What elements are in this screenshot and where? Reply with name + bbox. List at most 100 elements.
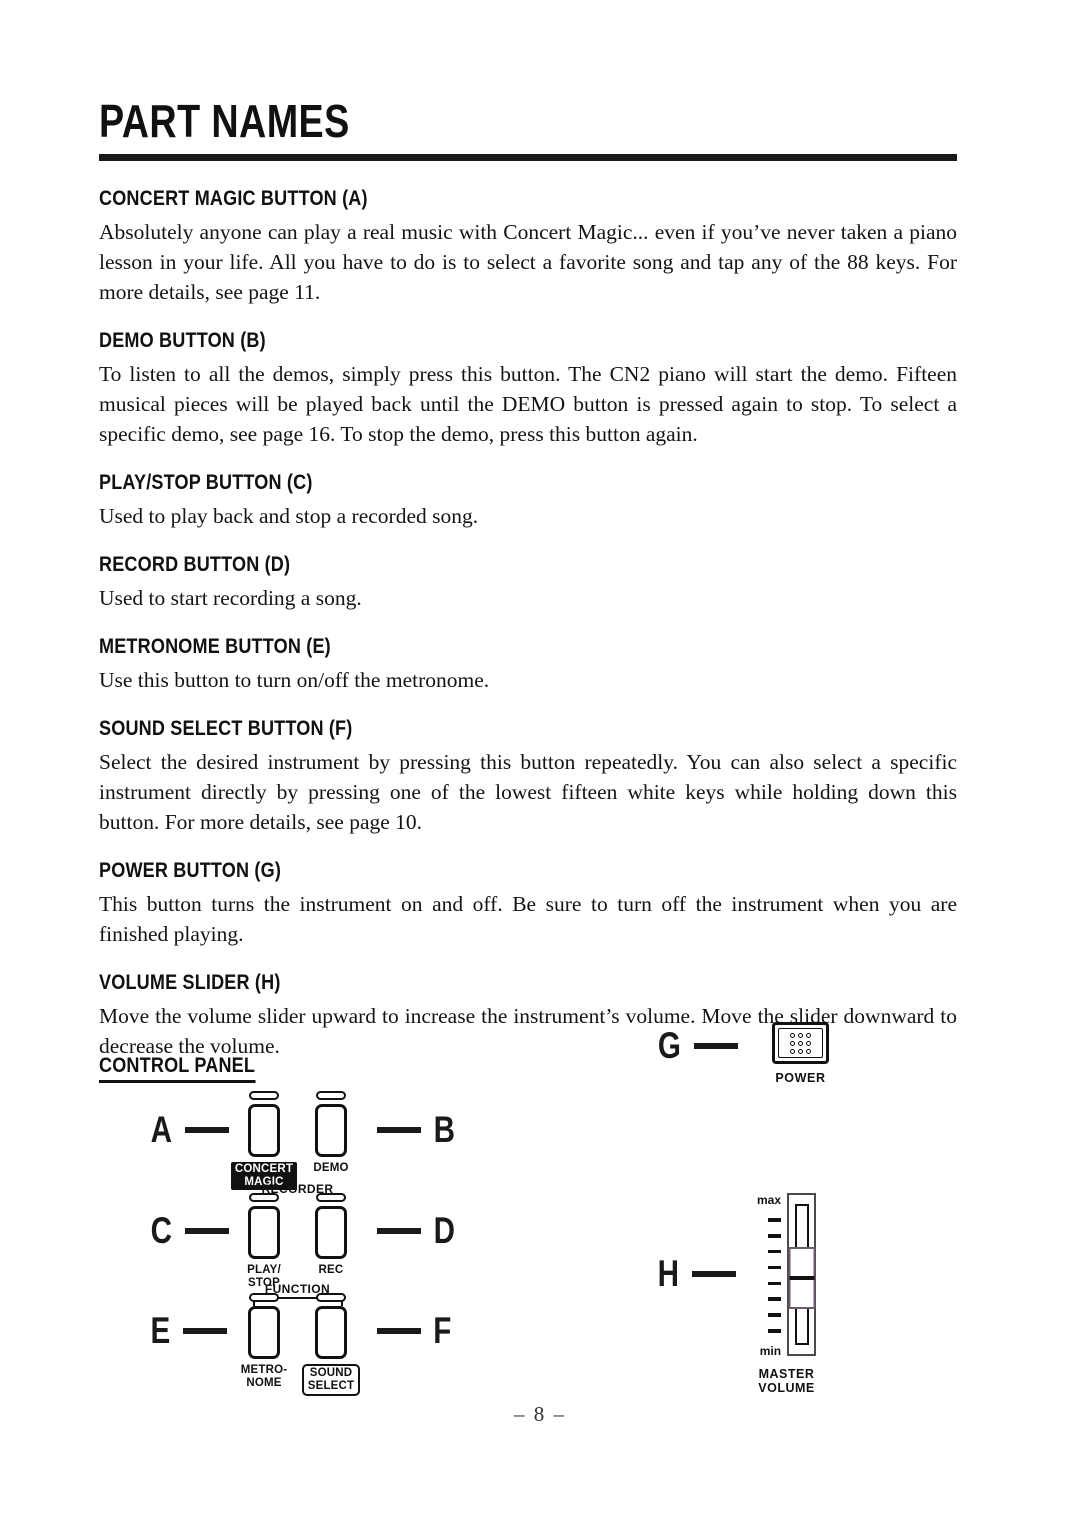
section-body: Used to start recording a song.: [99, 586, 362, 610]
key-cap[interactable]: [315, 1104, 347, 1157]
callout-dash-d: [377, 1227, 421, 1234]
section-body: This button turns the instrument on and …: [99, 892, 957, 946]
scale-tick: [768, 1313, 782, 1317]
led-indicator-icon: [249, 1193, 279, 1202]
key-cap[interactable]: [248, 1206, 280, 1259]
callout-a: A: [148, 1111, 229, 1148]
section-heading: VOLUME SLIDER (H): [99, 971, 281, 994]
callout-dash-c: [184, 1227, 229, 1234]
callout-g: G: [655, 1027, 738, 1064]
callout-f: F: [377, 1312, 454, 1349]
button-play-stop[interactable]: PLAY/ STOP: [241, 1193, 287, 1290]
scale-tick: [768, 1234, 782, 1238]
section-heading: DEMO BUTTON (B): [99, 329, 266, 352]
page-content: PART NAMES CONCERT MAGIC BUTTON (A) Abso…: [99, 96, 957, 1083]
section-power: POWER BUTTON (G) This button turns the i…: [99, 859, 957, 949]
scale-tick: [768, 1329, 782, 1333]
button-sound-select[interactable]: SOUND SELECT: [301, 1293, 361, 1396]
power-dot: [806, 1048, 811, 1054]
volume-slider-track[interactable]: [787, 1193, 817, 1356]
section-heading: SOUND SELECT BUTTON (F): [99, 717, 353, 740]
led-indicator-icon: [249, 1293, 279, 1302]
callout-d: D: [377, 1212, 458, 1249]
key-cap[interactable]: [248, 1306, 280, 1359]
power-button-inner: [778, 1028, 823, 1058]
button-concert-magic[interactable]: CONCERT MAGIC: [230, 1091, 298, 1190]
power-dots-icon: [789, 1032, 812, 1055]
section-heading: RECORD BUTTON (D): [99, 553, 291, 576]
button-label: DEMO: [313, 1162, 349, 1174]
section-demo: DEMO BUTTON (B) To listen to all the dem…: [99, 329, 957, 449]
scale-tick: [768, 1249, 782, 1254]
scale-tick: [768, 1218, 782, 1222]
callout-c: C: [148, 1212, 229, 1249]
power-dot: [790, 1040, 795, 1046]
section-metronome: METRONOME BUTTON (E) Use this button to …: [99, 635, 957, 695]
manual-page: PART NAMES CONCERT MAGIC BUTTON (A) Abso…: [0, 0, 1080, 1525]
section-heading: METRONOME BUTTON (E): [99, 635, 331, 658]
section-body: Select the desired instrument by pressin…: [99, 750, 957, 834]
led-indicator-icon: [316, 1091, 346, 1100]
callout-letter-c: C: [150, 1210, 173, 1251]
section-heading: POWER BUTTON (G): [99, 859, 282, 882]
button-label: SOUND SELECT: [301, 1364, 361, 1396]
title-rule: [99, 154, 957, 161]
power-button[interactable]: [772, 1022, 829, 1064]
callout-h: H: [655, 1255, 736, 1292]
page-title: PART NAMES: [99, 95, 350, 147]
section-body: To listen to all the demos, simply press…: [99, 362, 957, 446]
scale-tick: [768, 1297, 782, 1301]
power-dot: [798, 1048, 803, 1054]
slider-row: max min: [757, 1193, 817, 1358]
callout-letter-b: B: [433, 1109, 456, 1150]
section-body: Absolutely anyone can play a real music …: [99, 220, 957, 304]
key-cap[interactable]: [248, 1104, 280, 1157]
button-metronome[interactable]: METRO- NOME: [241, 1293, 287, 1396]
led-indicator-icon: [316, 1193, 346, 1202]
power-dot: [806, 1040, 811, 1046]
callout-letter-g: G: [657, 1025, 681, 1066]
key-cap[interactable]: [315, 1306, 347, 1359]
button-demo[interactable]: DEMO: [308, 1091, 354, 1190]
power-dot: [798, 1032, 803, 1038]
callout-letter-d: D: [433, 1210, 456, 1251]
volume-max-label: max: [757, 1193, 782, 1207]
callout-e: E: [148, 1312, 227, 1349]
volume-scale: max min: [757, 1193, 782, 1358]
led-indicator-icon: [316, 1293, 346, 1302]
section-body: Use this button to turn on/off the metro…: [99, 668, 490, 692]
button-label: METRO- NOME: [240, 1364, 288, 1389]
page-number: – 8 –: [514, 1402, 566, 1426]
callout-dash-e: [182, 1327, 227, 1334]
section-heading: PLAY/STOP BUTTON (C): [99, 471, 313, 494]
button-group-row1: CONCERT MAGIC DEMO: [230, 1091, 354, 1190]
power-dot: [790, 1032, 795, 1038]
section-record: RECORD BUTTON (D) Used to start recordin…: [99, 553, 957, 613]
callout-dash-a: [184, 1126, 229, 1133]
power-dot: [806, 1032, 811, 1038]
callout-b: B: [377, 1111, 458, 1148]
control-panel-heading: CONTROL PANEL: [99, 1054, 256, 1083]
led-indicator-icon: [249, 1091, 279, 1100]
control-panel-diagram: CONTROL PANEL G POWER A CONCERT MAGIC DE…: [0, 1005, 1080, 1435]
power-dot: [798, 1040, 803, 1046]
scale-tick: [768, 1265, 782, 1270]
callout-letter-h: H: [657, 1253, 680, 1294]
callout-dash-b: [377, 1126, 421, 1133]
button-group-row2: PLAY/ STOP REC: [241, 1193, 354, 1290]
master-volume-group: max min MASTER VOLUME: [757, 1193, 817, 1395]
callout-letter-e: E: [150, 1310, 171, 1351]
callout-dash-h: [691, 1270, 736, 1277]
master-volume-label: MASTER VOLUME: [758, 1367, 815, 1395]
power-button-label: POWER: [775, 1071, 826, 1085]
section-heading: CONCERT MAGIC BUTTON (A): [99, 187, 368, 210]
callout-letter-a: A: [150, 1109, 173, 1150]
button-label: REC: [318, 1264, 344, 1276]
section-play-stop: PLAY/STOP BUTTON (C) Used to play back a…: [99, 471, 957, 531]
key-cap[interactable]: [315, 1206, 347, 1259]
section-concert-magic: CONCERT MAGIC BUTTON (A) Absolutely anyo…: [99, 187, 957, 307]
volume-slider-knob[interactable]: [788, 1247, 816, 1309]
button-rec[interactable]: REC: [308, 1193, 354, 1290]
callout-dash-f: [377, 1327, 421, 1334]
section-body: Used to play back and stop a recorded so…: [99, 504, 479, 528]
